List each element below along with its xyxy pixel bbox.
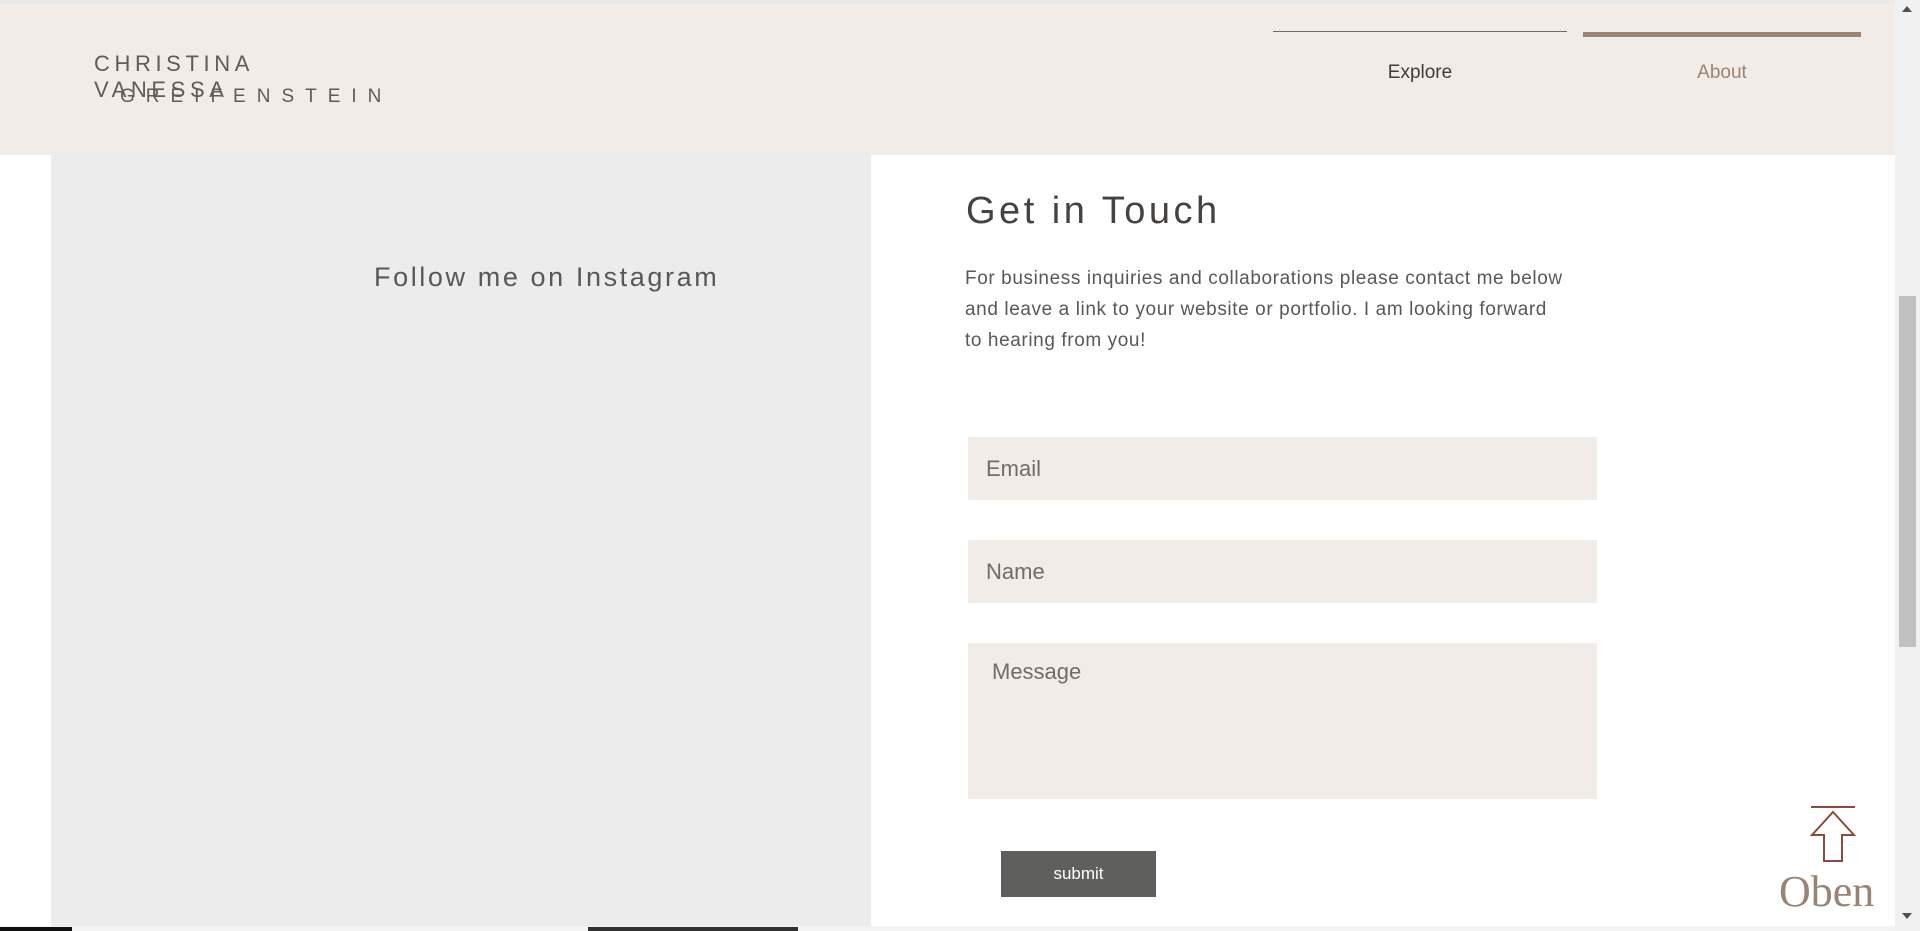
submit-button[interactable]: submit <box>1001 851 1156 897</box>
instagram-title: Follow me on Instagram <box>374 262 720 292</box>
nav-explore-link[interactable]: Explore <box>1273 62 1567 84</box>
email-field[interactable] <box>968 437 1597 500</box>
scrollbar-thumb[interactable] <box>1899 296 1916 647</box>
bottom-strip-segment <box>0 927 72 931</box>
scroll-down-arrow-icon[interactable] <box>1902 913 1912 919</box>
bottom-strip <box>0 926 1895 931</box>
site-header: CHRISTINA VANESSA GREIFENSTEIN Explore A… <box>0 4 1895 155</box>
nav-about-active-indicator <box>1583 32 1861 37</box>
nav-explore-indicator <box>1273 31 1567 32</box>
scroll-up-arrow-icon[interactable] <box>1902 6 1912 12</box>
instagram-panel: Follow me on Instagram <box>51 155 871 926</box>
arrow-up-icon <box>1809 806 1857 862</box>
brand-name-line2[interactable]: GREIFENSTEIN <box>120 86 381 108</box>
contact-title: Get in Touch <box>966 190 1221 232</box>
contact-description: For business inquiries and collaboration… <box>965 268 1563 351</box>
message-field[interactable] <box>968 643 1597 799</box>
back-to-top-label[interactable]: Oben <box>1779 866 1874 917</box>
bottom-strip-segment <box>588 927 798 931</box>
name-field[interactable] <box>968 540 1597 603</box>
nav-about-link[interactable]: About <box>1583 62 1861 84</box>
